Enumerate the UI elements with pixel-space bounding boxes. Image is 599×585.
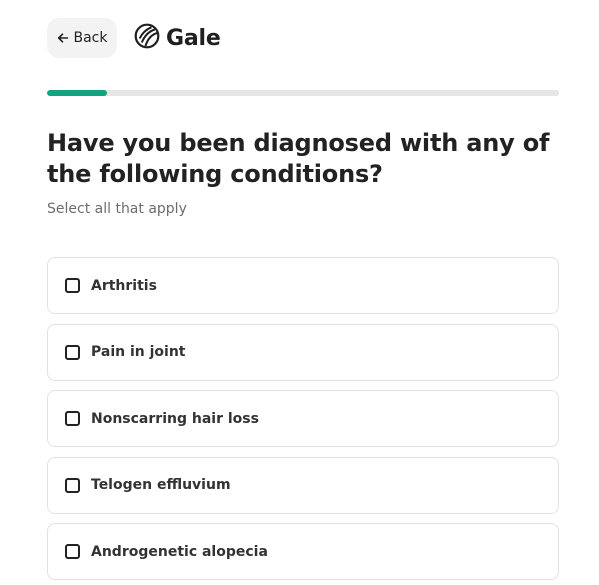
option-label: Arthritis: [91, 277, 157, 294]
checkbox[interactable]: [65, 344, 80, 360]
checkbox[interactable]: [65, 278, 80, 293]
checkbox[interactable]: [65, 477, 80, 493]
option-label: Telogen effluvium: [91, 477, 231, 493]
option-label: Androgenetic alopecia: [91, 543, 268, 560]
progress-fill: [47, 90, 107, 96]
option-arthritis[interactable]: Arthritis: [47, 257, 559, 314]
option-label: Pain in joint: [91, 344, 186, 360]
page: Back Gale Have you been diagnosed with a…: [0, 0, 599, 585]
option-androgenetic-alopecia[interactable]: Androgenetic alopecia: [47, 523, 559, 580]
checkbox[interactable]: [65, 544, 80, 559]
gale-logo-icon: [134, 23, 160, 53]
question-title: Have you been diagnosed with any of the …: [47, 129, 550, 188]
checkbox[interactable]: [65, 411, 80, 426]
option-pain-in-joint[interactable]: Pain in joint: [47, 323, 559, 381]
back-button[interactable]: Back: [47, 18, 117, 58]
back-button-label: Back: [73, 30, 108, 46]
header: Back Gale: [47, 18, 221, 58]
question-subtitle: Select all that apply: [47, 201, 187, 217]
arrow-left-icon: [57, 32, 69, 44]
brand-name: Gale: [166, 25, 221, 51]
option-label: Nonscarring hair loss: [91, 410, 259, 427]
progress-bar: [47, 90, 559, 96]
brand-logo: Gale: [134, 23, 221, 53]
option-telogen-effluvium[interactable]: Telogen effluvium: [47, 456, 559, 514]
option-nonscarring-hair-loss[interactable]: Nonscarring hair loss: [47, 390, 559, 447]
options-list: Arthritis Pain in joint Nonscarring hair…: [47, 257, 559, 585]
